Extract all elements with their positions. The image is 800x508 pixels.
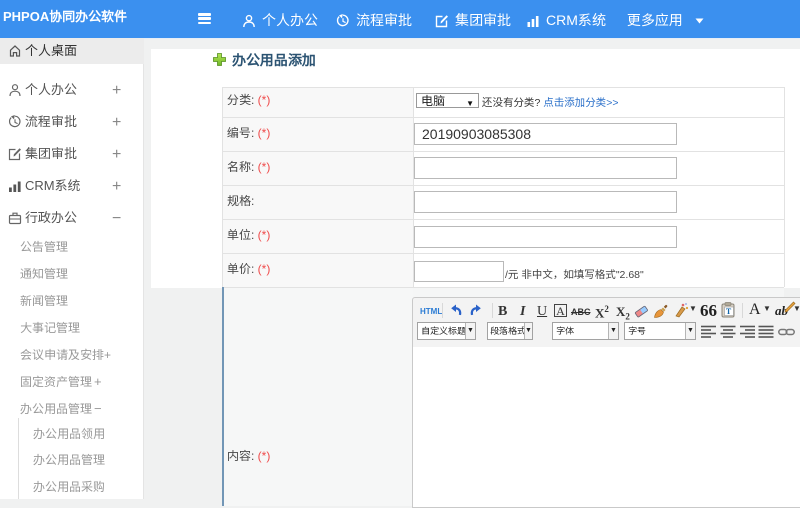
svg-text:T: T	[726, 307, 732, 316]
